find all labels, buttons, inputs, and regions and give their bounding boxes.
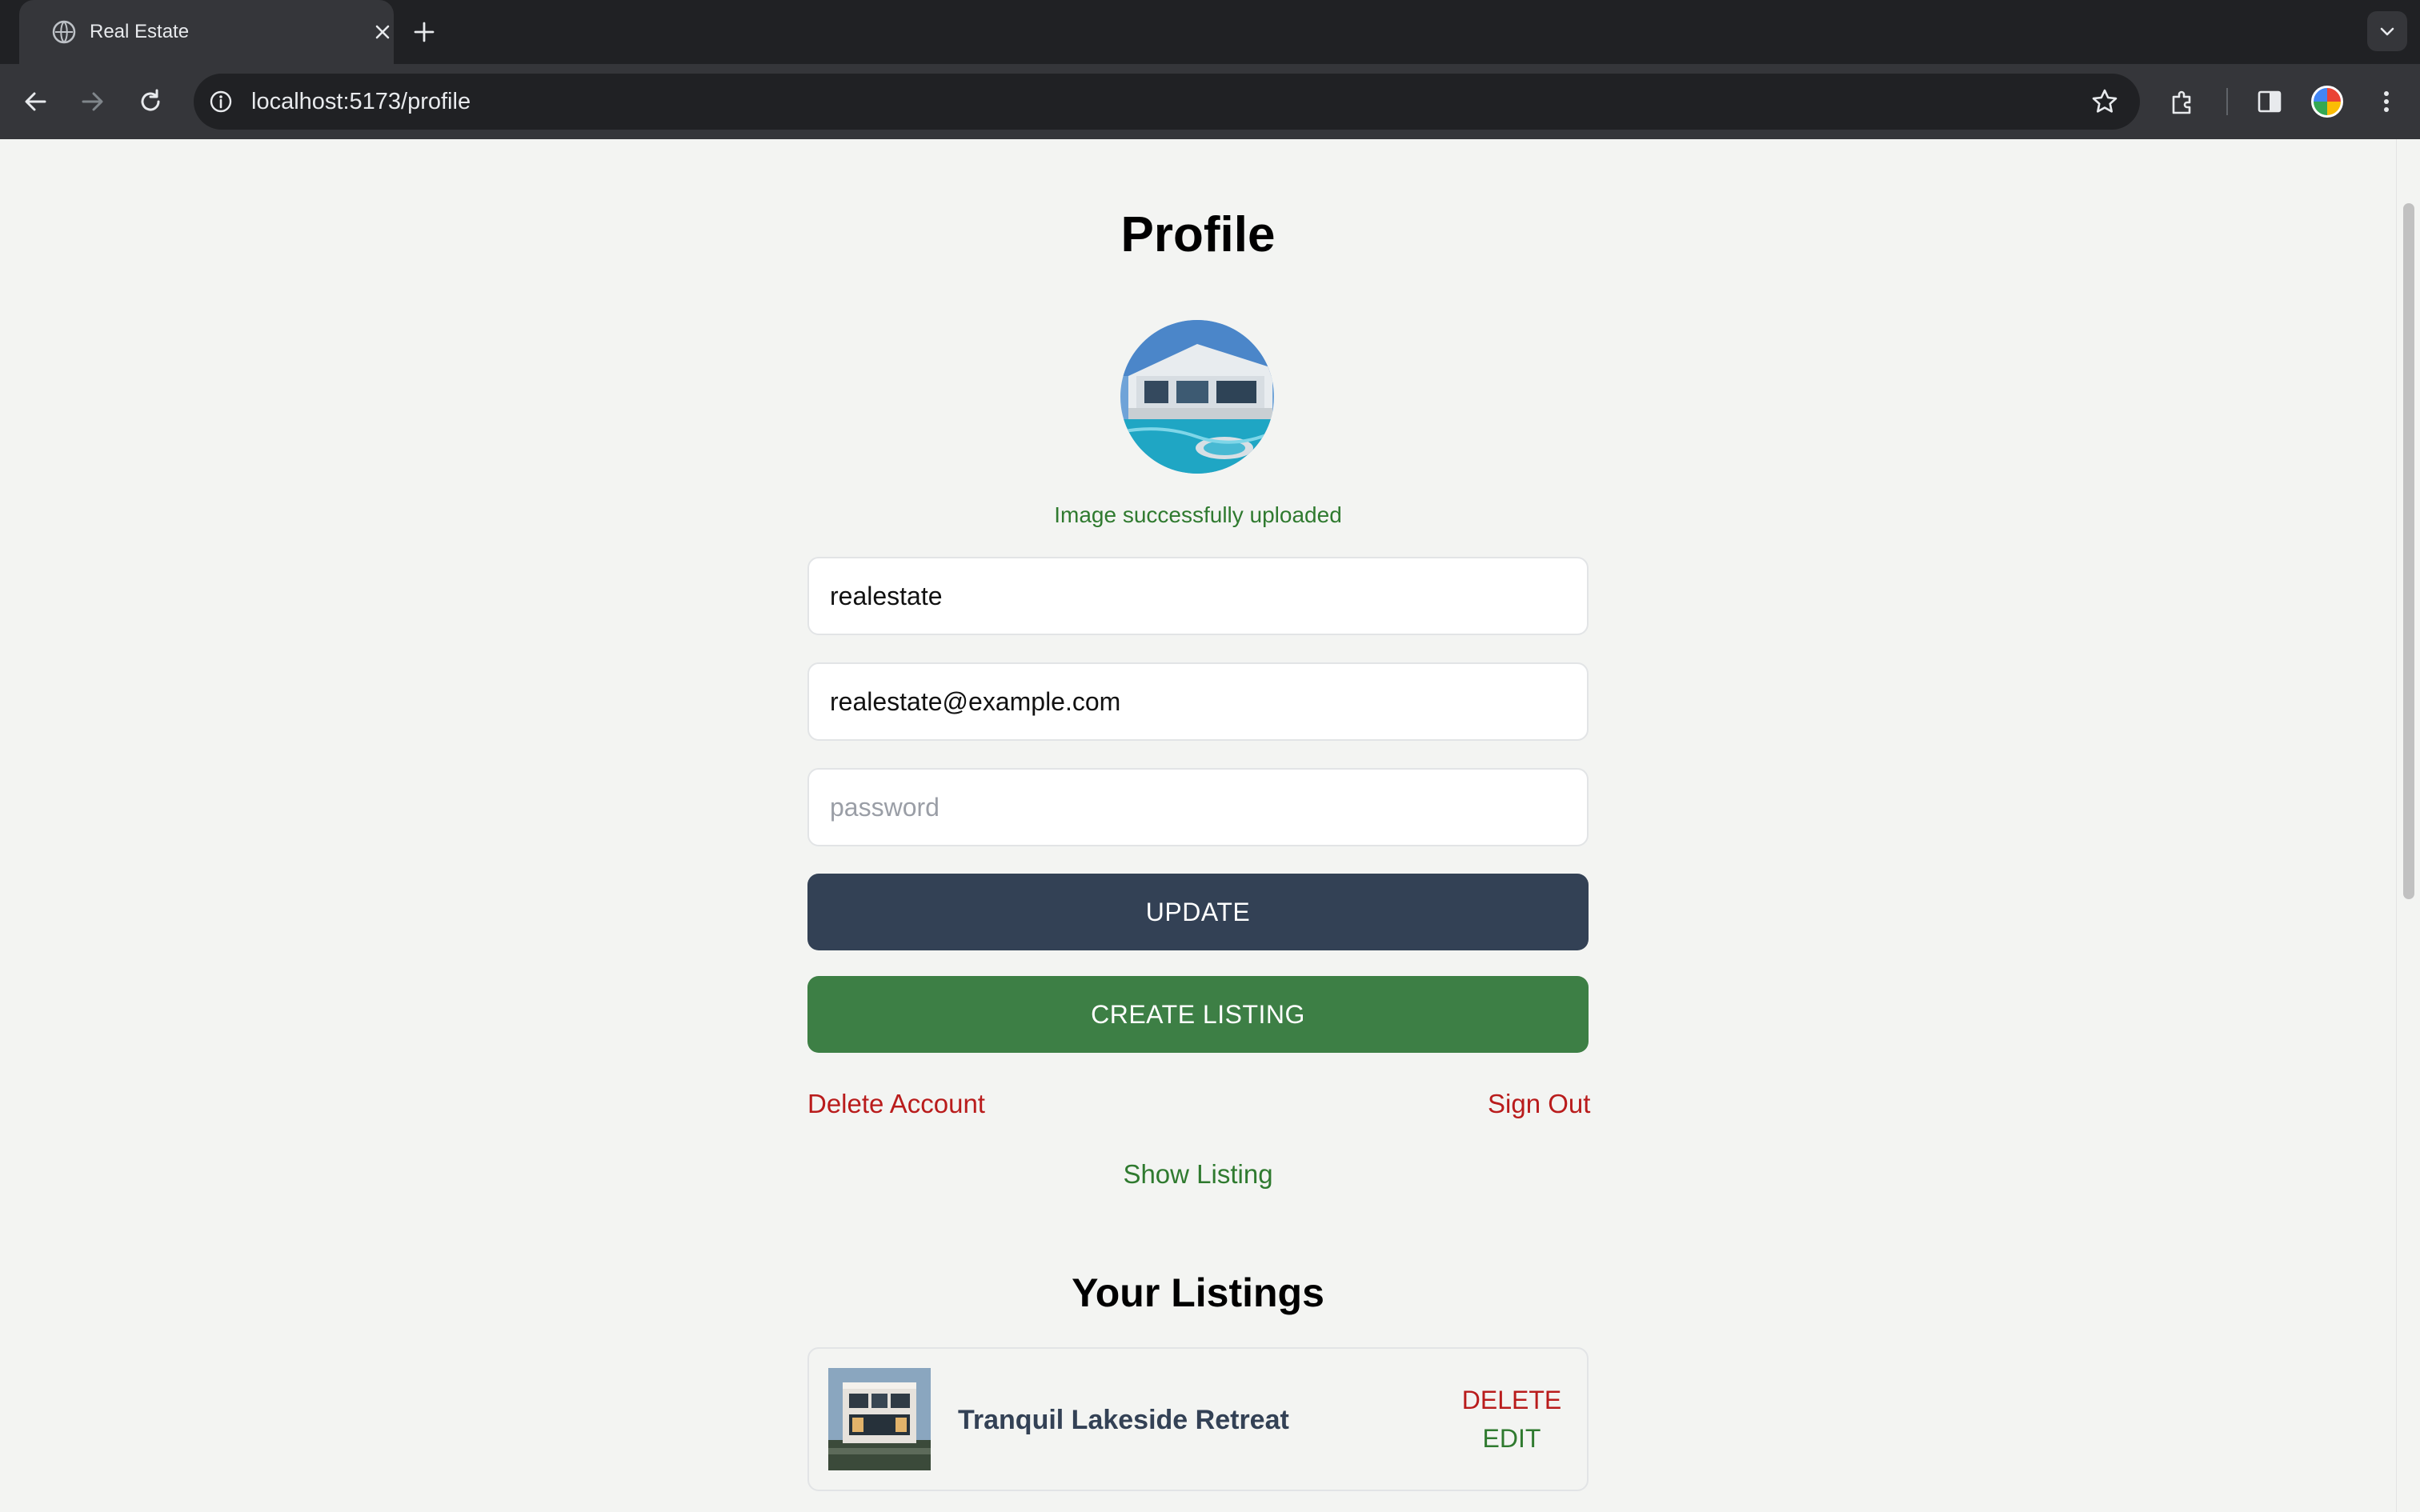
- delete-listing-button[interactable]: DELETE: [1456, 1381, 1568, 1419]
- extensions-icon[interactable]: [2167, 86, 2199, 118]
- url-text: localhost:5173/profile: [251, 89, 471, 114]
- email-input[interactable]: [807, 662, 1589, 741]
- create-listing-button[interactable]: CREATE LISTING: [807, 976, 1589, 1053]
- address-bar[interactable]: localhost:5173/profile: [194, 74, 2140, 130]
- listing-actions: DELETE EDIT: [1456, 1381, 1568, 1458]
- more-menu-icon[interactable]: [2370, 86, 2402, 118]
- house-photo: [1120, 320, 1274, 474]
- page-title: Profile: [1120, 207, 1276, 262]
- update-button[interactable]: UPDATE: [807, 874, 1589, 950]
- username-input[interactable]: [807, 557, 1589, 635]
- side-panel-icon[interactable]: [2254, 86, 2286, 118]
- toolbar-divider: [2226, 88, 2228, 115]
- password-input[interactable]: [807, 768, 1589, 846]
- listing-item: Tranquil Lakeside Retreat DELETE EDIT: [807, 1347, 1589, 1491]
- forward-arrow-icon[interactable]: [77, 86, 109, 118]
- scrollbar[interactable]: [2396, 139, 2420, 1512]
- sign-out-link[interactable]: Sign Out: [1488, 1088, 1590, 1120]
- listing-name-link[interactable]: Tranquil Lakeside Retreat: [958, 1403, 1289, 1437]
- your-listings-heading: Your Listings: [1072, 1270, 1324, 1315]
- browser-tab-bar: Real Estate: [0, 0, 2420, 64]
- new-tab-icon[interactable]: [410, 18, 439, 46]
- scrollbar-thumb[interactable]: [2403, 203, 2414, 899]
- edit-listing-button[interactable]: EDIT: [1456, 1419, 1568, 1458]
- back-arrow-icon[interactable]: [19, 86, 51, 118]
- globe-icon: [52, 20, 76, 44]
- bookmark-star-icon[interactable]: [2090, 87, 2119, 116]
- close-icon[interactable]: [371, 21, 394, 43]
- listing-thumbnail[interactable]: [828, 1368, 931, 1470]
- upload-success-message: Image successfully uploaded: [1054, 502, 1342, 527]
- page-viewport: Profile Image successfully uploaded UPDA…: [0, 139, 2420, 1512]
- chevron-down-icon: [2380, 27, 2394, 36]
- browser-toolbar: localhost:5173/profile: [0, 64, 2420, 139]
- info-icon[interactable]: [208, 89, 234, 114]
- listing-photo: [828, 1368, 931, 1470]
- show-listing-link[interactable]: Show Listing: [0, 1158, 2396, 1190]
- profile-avatar[interactable]: [1120, 320, 1274, 474]
- tab-search-button[interactable]: [2367, 11, 2407, 51]
- delete-account-link[interactable]: Delete Account: [807, 1088, 985, 1120]
- reload-icon[interactable]: [134, 86, 166, 118]
- profile-avatar-icon[interactable]: [2311, 86, 2343, 118]
- browser-tab[interactable]: Real Estate: [19, 0, 394, 64]
- tab-title: Real Estate: [90, 21, 190, 42]
